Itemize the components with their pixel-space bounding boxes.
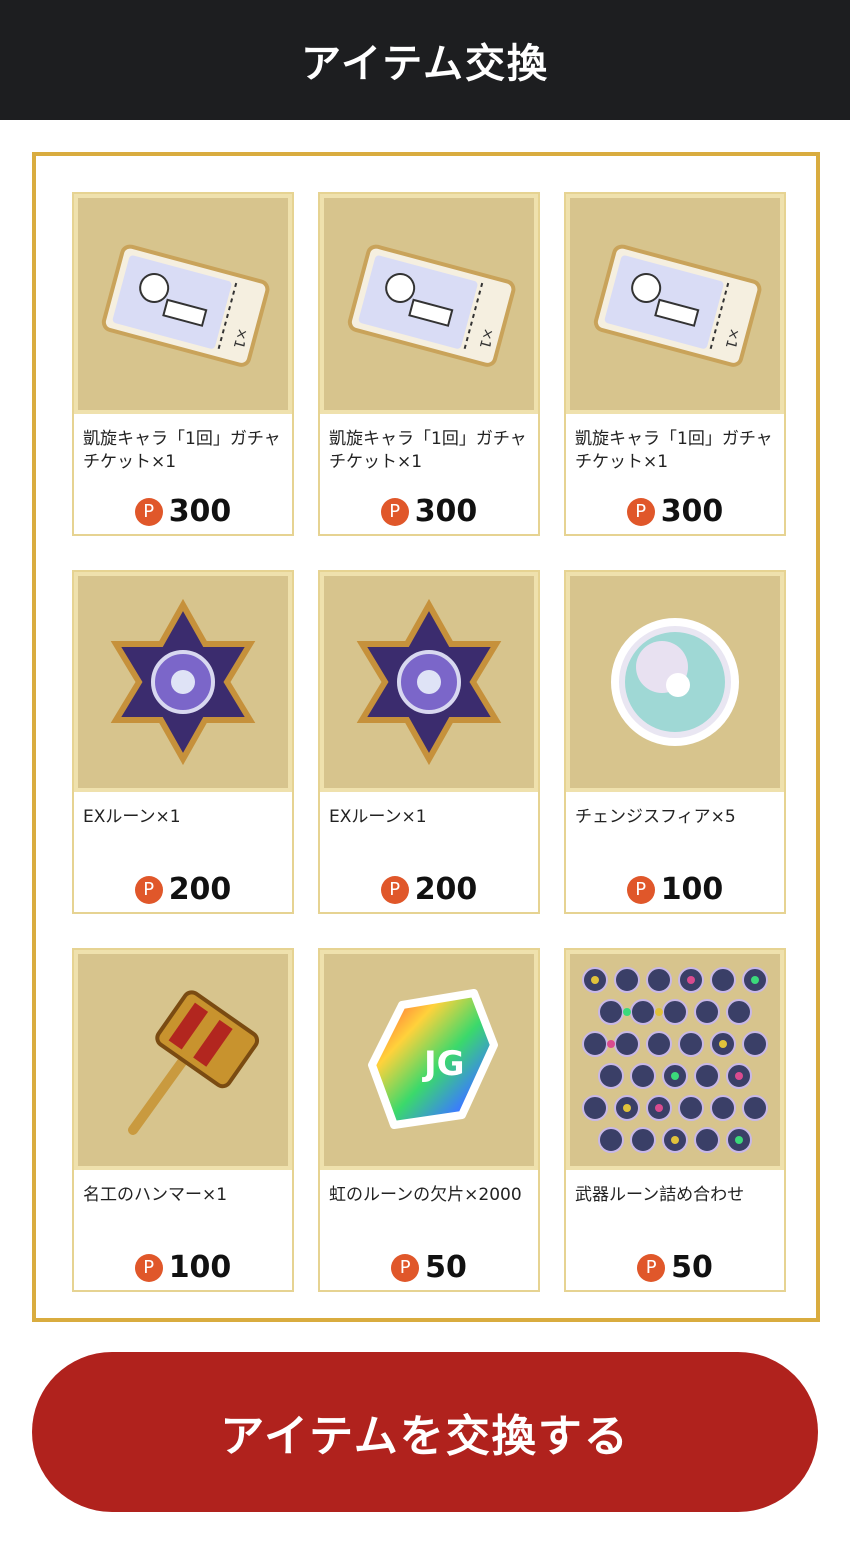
item-card-rainbow-rune-shard[interactable]: JG 虹のルーンの欠片×2000 P 50 [318, 948, 540, 1292]
point-icon: P [380, 497, 409, 526]
item-price: P 300 [320, 494, 538, 529]
item-price: P 50 [320, 1250, 538, 1285]
rainbow-rune-shard-icon: JG [368, 989, 498, 1129]
ex-rune-icon [356, 598, 502, 766]
item-thumbnail [566, 950, 784, 1170]
svg-text:JG: JG [422, 1044, 465, 1084]
point-icon: P [637, 1253, 666, 1282]
item-card-weapon-rune-set[interactable]: 武器ルーン詰め合わせ P 50 [564, 948, 786, 1292]
item-card-ex-rune-1[interactable]: EXルーン×1 P 200 [72, 570, 294, 914]
item-grid: ×1 凱旋キャラ「1回」ガチャチケット×1 P 300 ×1 凱旋キャラ「1回」… [72, 192, 786, 1292]
item-thumbnail [74, 572, 292, 792]
item-card-hammer[interactable]: 名工のハンマー×1 P 100 [72, 948, 294, 1292]
point-icon: P [626, 497, 655, 526]
item-price: P 300 [74, 494, 292, 529]
item-card-change-sphere[interactable]: チェンジスフィア×5 P 100 [564, 570, 786, 914]
price-value: 50 [425, 1250, 467, 1285]
point-icon: P [380, 875, 409, 904]
item-price: P 300 [566, 494, 784, 529]
point-icon: P [134, 875, 163, 904]
item-name: 凱旋キャラ「1回」ガチャチケット×1 [83, 429, 281, 472]
price-value: 300 [414, 494, 478, 529]
item-name: 虹のルーンの欠片×2000 [329, 1185, 522, 1205]
item-name: 名工のハンマー×1 [83, 1185, 228, 1205]
item-price: P 100 [74, 1250, 292, 1285]
item-thumbnail: ×1 [320, 194, 538, 414]
item-thumbnail: ×1 [74, 194, 292, 414]
item-price: P 200 [74, 872, 292, 907]
point-icon: P [134, 1253, 163, 1282]
item-thumbnail [320, 572, 538, 792]
item-name: EXルーン×1 [329, 807, 427, 827]
item-name: 凱旋キャラ「1回」ガチャチケット×1 [575, 429, 773, 472]
point-icon: P [391, 1253, 420, 1282]
price-value: 300 [660, 494, 724, 529]
price-value: 300 [168, 494, 232, 529]
price-value: 50 [671, 1250, 713, 1285]
item-exchange-panel: ×1 凱旋キャラ「1回」ガチャチケット×1 P 300 ×1 凱旋キャラ「1回」… [32, 152, 820, 1322]
gacha-ticket-icon: ×1 [101, 244, 270, 367]
item-name: EXルーン×1 [83, 807, 181, 827]
change-sphere-icon [611, 618, 739, 746]
item-price: P 50 [566, 1250, 784, 1285]
exchange-items-button[interactable]: アイテムを交換する [32, 1352, 818, 1512]
item-price: P 200 [320, 872, 538, 907]
weapon-rune-set-icon [582, 967, 768, 1153]
ex-rune-icon [110, 598, 256, 766]
item-thumbnail [566, 572, 784, 792]
item-card-ticket-2[interactable]: ×1 凱旋キャラ「1回」ガチャチケット×1 P 300 [318, 192, 540, 536]
price-value: 100 [168, 1250, 232, 1285]
gacha-ticket-icon: ×1 [593, 244, 762, 367]
item-card-ticket-1[interactable]: ×1 凱旋キャラ「1回」ガチャチケット×1 P 300 [72, 192, 294, 536]
point-icon: P [626, 875, 655, 904]
item-name: チェンジスフィア×5 [575, 807, 736, 827]
item-name: 凱旋キャラ「1回」ガチャチケット×1 [329, 429, 527, 472]
gacha-ticket-icon: ×1 [347, 244, 516, 367]
item-name: 武器ルーン詰め合わせ [575, 1185, 745, 1205]
item-thumbnail [74, 950, 292, 1170]
item-price: P 100 [566, 872, 784, 907]
page-title: アイテム交換 [301, 41, 549, 87]
item-card-ex-rune-2[interactable]: EXルーン×1 P 200 [318, 570, 540, 914]
point-icon: P [134, 497, 163, 526]
item-thumbnail: JG [320, 950, 538, 1170]
item-thumbnail: ×1 [566, 194, 784, 414]
price-value: 100 [660, 872, 724, 907]
page-header: アイテム交換 [0, 0, 850, 120]
price-value: 200 [168, 872, 232, 907]
hammer-icon [128, 990, 260, 1135]
price-value: 200 [414, 872, 478, 907]
item-card-ticket-3[interactable]: ×1 凱旋キャラ「1回」ガチャチケット×1 P 300 [564, 192, 786, 536]
